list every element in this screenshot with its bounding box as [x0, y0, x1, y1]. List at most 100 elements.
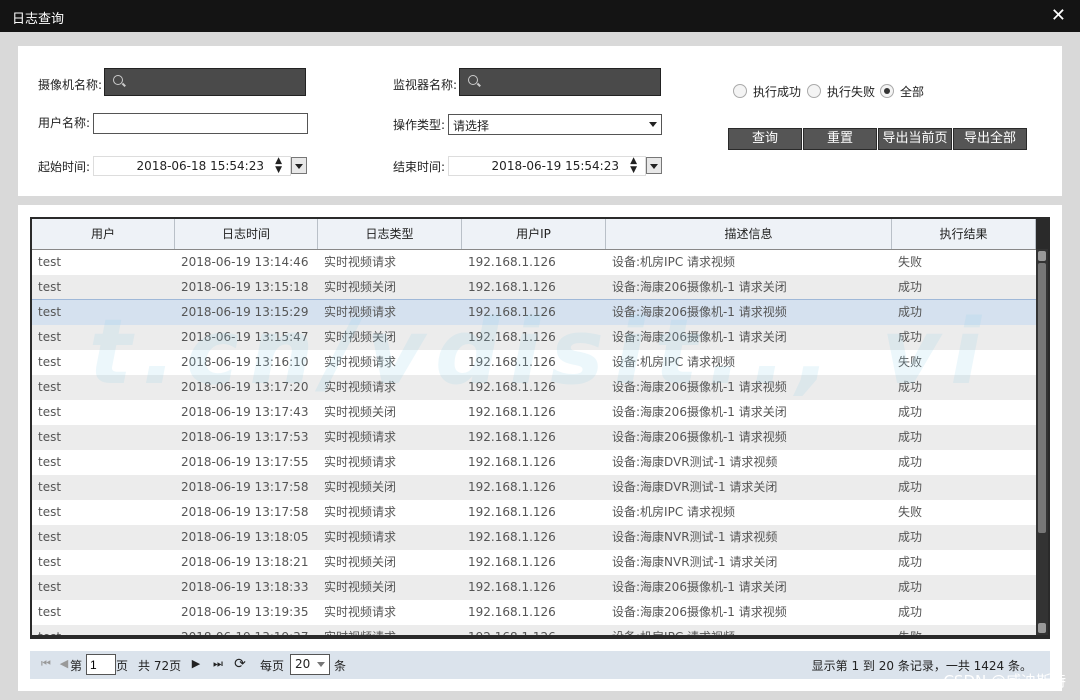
- table-cell: 2018-06-19 13:17:58: [181, 480, 309, 494]
- radio-all[interactable]: 全部: [880, 83, 924, 100]
- table-row[interactable]: test 2018-06-19 13:14:46 实时视频请求 192.168.1.1…: [32, 250, 1036, 275]
- camera-search-input[interactable]: [104, 68, 306, 96]
- export-all-button[interactable]: 导出全部: [953, 128, 1027, 150]
- vertical-scrollbar[interactable]: [1036, 249, 1048, 635]
- table-row[interactable]: test 2018-06-19 13:19:35 实时视频请求 192.168.1.1…: [32, 600, 1036, 625]
- per-page-suffix: 条: [334, 659, 347, 673]
- spinner-icon[interactable]: ▲ ▼: [275, 157, 282, 175]
- table-cell: 实时视频关闭: [324, 580, 397, 594]
- table-cell: test: [38, 430, 62, 444]
- table-cell: 成功: [898, 280, 923, 294]
- log-grid-panel: 用户 日志时间 日志类型 用户IP 描述信息 执行结果 test 2018-06-19 13…: [18, 205, 1062, 691]
- table-cell: test: [38, 455, 62, 469]
- log-table: 用户 日志时间 日志类型 用户IP 描述信息 执行结果 test 2018-06-19 13…: [30, 217, 1050, 639]
- pagination-bar: ⏮ ◀ 第 页 共 72页 ▶ ⏭ ⟳ 每页 20 条 显示第 1 到 20 条…: [30, 651, 1050, 679]
- per-page-select[interactable]: 20: [290, 654, 330, 675]
- start-time-field[interactable]: 2018-06-18 15:54:23 ▲ ▼: [93, 156, 291, 176]
- column-header[interactable]: 用户IP: [462, 219, 606, 249]
- page-number-input[interactable]: [86, 654, 116, 675]
- table-cell: 2018-06-19 13:19:35: [181, 605, 309, 619]
- log-query-window: 日志查询 ✕ 摄像机名称: 监视器名称: 用户名称: 操作类型: 请选择 起始时…: [0, 0, 1080, 700]
- export-page-button[interactable]: 导出当前页: [878, 128, 952, 150]
- table-row[interactable]: test 2018-06-19 13:18:21 实时视频关闭 192.168.1.1…: [32, 550, 1036, 575]
- column-header[interactable]: 日志类型: [318, 219, 462, 249]
- per-page-value: 20: [295, 657, 311, 671]
- table-row[interactable]: test 2018-06-19 13:15:29 实时视频请求 192.168.1.1…: [32, 299, 1036, 326]
- user-name-input[interactable]: [93, 113, 308, 134]
- table-cell: 2018-06-19 13:17:55: [181, 455, 309, 469]
- table-cell: 设备:海康206摄像机-1 请求关闭: [612, 580, 787, 594]
- table-cell: test: [38, 605, 62, 619]
- table-cell: 2018-06-19 13:17:43: [181, 405, 309, 419]
- table-cell: 成功: [898, 305, 923, 319]
- radio-circle-icon: [733, 84, 747, 98]
- table-row[interactable]: test 2018-06-19 13:15:47 实时视频关闭 192.168.1.1…: [32, 325, 1036, 350]
- refresh-icon[interactable]: ⟳: [232, 656, 248, 672]
- table-row[interactable]: test 2018-06-19 13:17:53 实时视频请求 192.168.1.1…: [32, 425, 1036, 450]
- radio-success[interactable]: 执行成功: [733, 83, 801, 100]
- table-cell: 失败: [898, 355, 923, 369]
- table-row[interactable]: test 2018-06-19 13:17:43 实时视频关闭 192.168.1.1…: [32, 400, 1036, 425]
- table-cell: 成功: [898, 530, 923, 544]
- table-cell: 192.168.1.126: [468, 430, 556, 444]
- table-cell: 设备:海康DVR测试-1 请求视频: [612, 455, 778, 469]
- table-cell: 2018-06-19 13:15:18: [181, 280, 309, 294]
- op-type-select[interactable]: 请选择: [448, 114, 662, 135]
- table-row[interactable]: test 2018-06-19 13:18:05 实时视频请求 192.168.1.1…: [32, 525, 1036, 550]
- table-cell: 192.168.1.126: [468, 380, 556, 394]
- page-suffix: 页: [116, 659, 129, 673]
- table-row[interactable]: test 2018-06-19 13:16:10 实时视频请求 192.168.1.1…: [32, 350, 1036, 375]
- monitor-search-input[interactable]: [459, 68, 661, 96]
- table-row[interactable]: test 2018-06-19 13:15:18 实时视频关闭 192.168.1.1…: [32, 275, 1036, 300]
- scroll-up-icon[interactable]: [1038, 251, 1046, 261]
- table-cell: 设备:机房IPC 请求视频: [612, 625, 892, 635]
- table-cell: 失败: [898, 255, 923, 269]
- table-cell: 192.168.1.126: [468, 355, 556, 369]
- close-icon[interactable]: ✕: [1051, 5, 1066, 26]
- table-row[interactable]: test 2018-06-19 13:17:55 实时视频请求 192.168.1.1…: [32, 450, 1036, 475]
- spinner-icon[interactable]: ▲ ▼: [630, 157, 637, 175]
- radio-failure[interactable]: 执行失败: [807, 83, 875, 100]
- window-title: 日志查询: [12, 12, 65, 27]
- table-row[interactable]: test 2018-06-19 13:17:20 实时视频请求 192.168.1.1…: [32, 375, 1036, 400]
- table-cell: test: [38, 580, 62, 594]
- next-page-icon[interactable]: ▶: [188, 656, 204, 672]
- table-cell: 2018-06-19 13:19:37: [181, 625, 318, 635]
- start-time-label: 起始时间:: [38, 160, 91, 174]
- start-time-dropdown-button[interactable]: [291, 157, 307, 174]
- filter-panel: 摄像机名称: 监视器名称: 用户名称: 操作类型: 请选择 起始时间: 2018…: [18, 46, 1062, 196]
- column-header[interactable]: 用户: [32, 219, 175, 249]
- column-header[interactable]: 描述信息: [606, 219, 892, 249]
- table-row[interactable]: test 2018-06-19 13:17:58 实时视频请求 192.168.1.1…: [32, 500, 1036, 525]
- table-cell: test: [38, 555, 62, 569]
- table-cell: 192.168.1.126: [468, 505, 556, 519]
- column-header[interactable]: 执行结果: [892, 219, 1036, 249]
- table-cell: 实时视频请求: [324, 455, 397, 469]
- table-row[interactable]: test 2018-06-19 13:18:33 实时视频关闭 192.168.1.1…: [32, 575, 1036, 600]
- first-page-icon[interactable]: ⏮: [38, 656, 54, 672]
- scroll-thumb[interactable]: [1038, 263, 1046, 533]
- chevron-down-icon: [317, 662, 325, 667]
- table-cell: 设备:海康206摄像机-1 请求关闭: [612, 280, 787, 294]
- table-cell: 实时视频关闭: [324, 405, 397, 419]
- table-cell: 设备:海康DVR测试-1 请求关闭: [612, 480, 778, 494]
- last-page-icon[interactable]: ⏭: [210, 656, 226, 672]
- table-cell: 2018-06-19 13:15:29: [181, 305, 309, 319]
- query-button[interactable]: 查询: [728, 128, 802, 150]
- end-time-dropdown-button[interactable]: [646, 157, 662, 174]
- op-type-value: 请选择: [453, 119, 490, 133]
- column-header[interactable]: 日志时间: [175, 219, 318, 249]
- end-time-field[interactable]: 2018-06-19 15:54:23 ▲ ▼: [448, 156, 646, 176]
- scroll-down-icon[interactable]: [1038, 623, 1046, 633]
- table-cell: 成功: [898, 330, 923, 344]
- table-cell: 设备:海康206摄像机-1 请求视频: [612, 430, 787, 444]
- table-row[interactable]: test 2018-06-19 13:17:58 实时视频关闭 192.168.1.1…: [32, 475, 1036, 500]
- log-table-body: 用户 日志时间 日志类型 用户IP 描述信息 执行结果 test 2018-06-19 13…: [32, 219, 1036, 635]
- table-cell: 实时视频请求: [324, 505, 397, 519]
- table-cell: 成功: [898, 430, 923, 444]
- search-icon: [468, 75, 478, 85]
- table-cell: 2018-06-19 13:18:33: [181, 580, 309, 594]
- reset-button[interactable]: 重置: [803, 128, 877, 150]
- table-cell: 2018-06-19 13:17:53: [181, 430, 309, 444]
- table-row[interactable]: test 2018-06-19 13:19:37 实时视频请求 192.168.1.1…: [32, 625, 1036, 635]
